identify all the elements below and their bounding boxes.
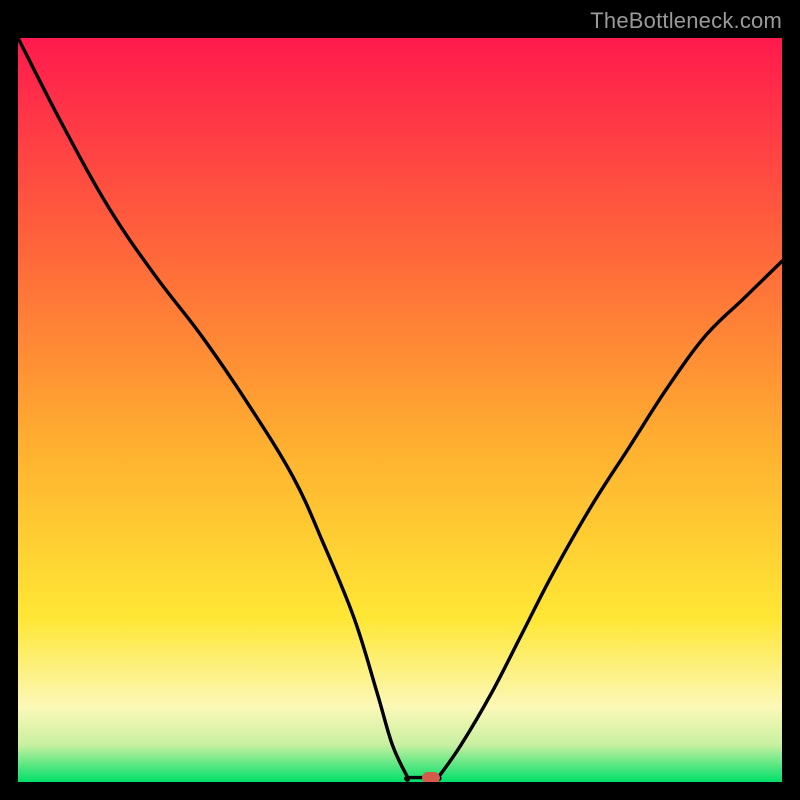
plot-area — [18, 38, 782, 782]
optimal-point-marker — [422, 772, 440, 782]
watermark-text: TheBottleneck.com — [590, 8, 782, 34]
chart-frame: TheBottleneck.com — [0, 0, 800, 800]
bottleneck-curve — [18, 38, 782, 782]
